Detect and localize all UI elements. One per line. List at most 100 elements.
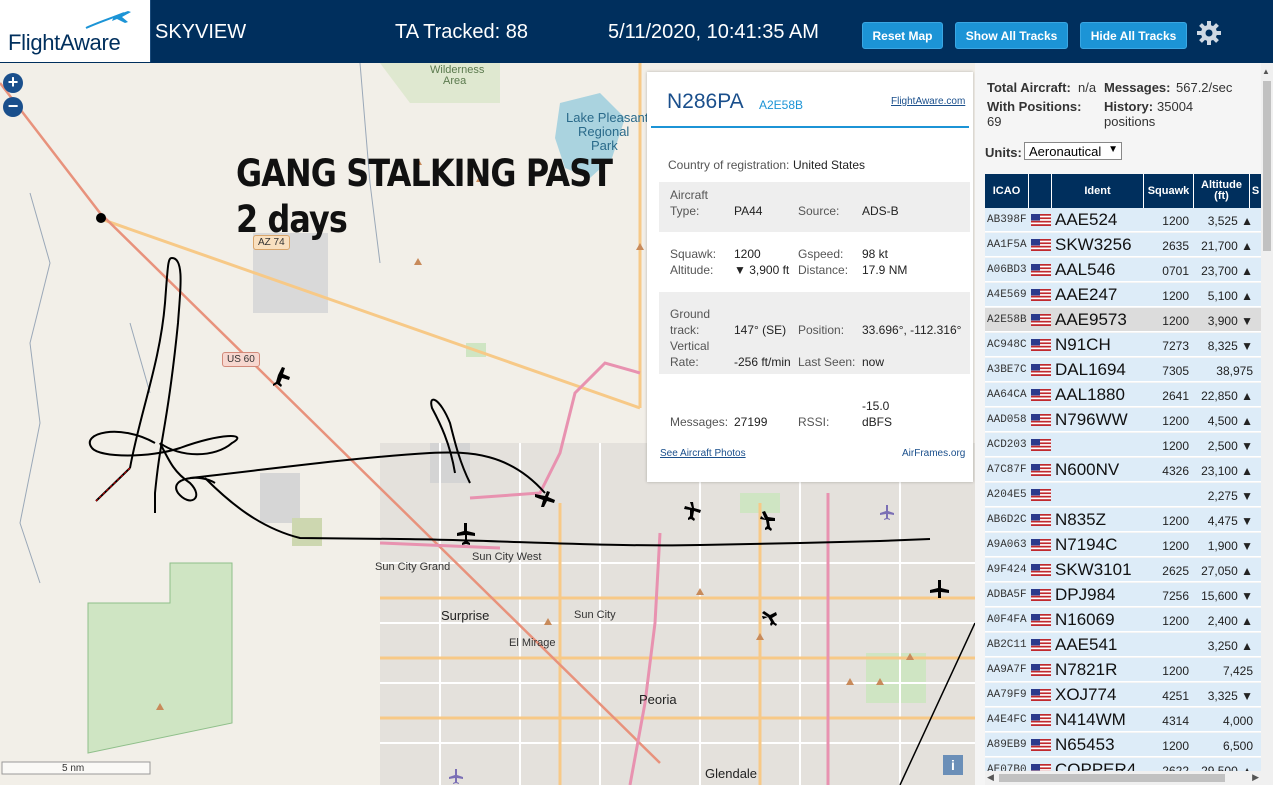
table-row[interactable]: A06BD3 AAL546 0701 23,700 ▲: [985, 258, 1261, 282]
hide-all-tracks-button[interactable]: Hide All Tracks: [1080, 22, 1187, 49]
scroll-right-icon[interactable]: ▶: [1252, 772, 1259, 783]
row-icao: A06BD3: [987, 264, 1027, 276]
scroll-up-icon[interactable]: ▲: [1262, 67, 1270, 76]
us-flag-icon: [1031, 664, 1051, 676]
popup-callsign: N286PA: [667, 90, 744, 113]
table-row[interactable]: A204E5 2,275 ▼: [985, 483, 1261, 507]
map-label-sun-city: Sun City: [574, 609, 616, 621]
reset-map-button[interactable]: Reset Map: [862, 22, 943, 49]
col-ident[interactable]: Ident: [1052, 174, 1144, 208]
total-aircraft-label: Total Aircraft:: [987, 80, 1071, 95]
row-altitude: 3,525 ▲: [1207, 214, 1253, 228]
ground-track-label: Ground: [670, 307, 711, 321]
table-row[interactable]: AC948C N91CH 7273 8,325 ▼: [985, 333, 1261, 357]
table-row[interactable]: A0F4FA N16069 1200 2,400 ▲: [985, 608, 1261, 632]
table-row[interactable]: AA79F9 XOJ774 4251 3,325 ▼: [985, 683, 1261, 707]
airframes-link[interactable]: AirFrames.org: [902, 448, 965, 459]
row-icao: AA64CA: [987, 389, 1027, 401]
us-flag-icon: [1031, 464, 1051, 476]
us-flag-icon: [1031, 489, 1051, 501]
table-row[interactable]: A4E4FC N414WM 4314 4,000: [985, 708, 1261, 732]
us-flag-icon: [1031, 239, 1051, 251]
table-row[interactable]: A4E569 AAE247 1200 5,100 ▲: [985, 283, 1261, 307]
row-squawk: 1200: [1162, 514, 1189, 528]
us-flag-icon: [1031, 614, 1051, 626]
us-flag-icon: [1031, 714, 1051, 726]
history-value: 35004: [1157, 99, 1194, 114]
table-row[interactable]: A2E58B AAE9573 1200 3,900 ▼: [985, 308, 1261, 332]
row-altitude: 4,000: [1222, 714, 1253, 728]
map-label-area: Area: [443, 75, 467, 87]
aircraft-list-panel: Total Aircraft: n/a Messages: 567.2/sec …: [975, 63, 1273, 785]
table-row[interactable]: AA1F5A SKW3256 2635 21,700 ▲: [985, 233, 1261, 257]
table-row[interactable]: AB6D2C N835Z 1200 4,475 ▼: [985, 508, 1261, 532]
row-icao: A9F424: [987, 564, 1027, 576]
map-label-lake-pleasant: Lake Pleasant: [566, 110, 649, 125]
col-icao[interactable]: ICAO: [985, 174, 1029, 208]
zoom-in-button[interactable]: +: [3, 73, 23, 93]
top-bar: FlightAware SKYVIEW TA Tracked: 88 5/11/…: [0, 0, 1273, 63]
popup-flightaware-link[interactable]: FlightAware.com: [891, 96, 965, 107]
horizontal-scrollbar-thumb[interactable]: [999, 774, 1225, 782]
total-aircraft-value: n/a: [1078, 80, 1097, 95]
row-ident: DAL1694: [1055, 360, 1126, 379]
row-ident: N414WM: [1055, 710, 1126, 729]
us-flag-icon: [1031, 339, 1051, 351]
vertical-scrollbar[interactable]: ▲: [1261, 63, 1273, 785]
map-label-glendale: Glendale: [705, 766, 758, 781]
zoom-out-button[interactable]: −: [3, 97, 23, 117]
table-row[interactable]: AB398F AAE524 1200 3,525 ▲: [985, 208, 1261, 232]
row-ident: AAE247: [1055, 285, 1118, 304]
map-label-park: Park: [591, 138, 618, 153]
table-row[interactable]: ADBA5F DPJ984 7256 15,600 ▼: [985, 583, 1261, 607]
with-positions-value: 69: [987, 114, 1002, 129]
row-altitude: 8,325 ▼: [1207, 339, 1253, 353]
units-select[interactable]: Aeronautical ▼: [1024, 142, 1122, 160]
row-icao: A2E58B: [987, 314, 1027, 326]
table-row[interactable]: A7C87F N600NV 4326 23,100 ▲: [985, 458, 1261, 482]
row-altitude: 4,475 ▼: [1207, 514, 1253, 528]
altitude-value: ▼ 3,900 ft: [734, 263, 790, 277]
table-row[interactable]: AA64CA AAL1880 2641 22,850 ▲: [985, 383, 1261, 407]
logo-text: FlightAware: [8, 30, 121, 55]
table-row[interactable]: ACD203 1200 2,500 ▼: [985, 433, 1261, 457]
table-row[interactable]: A3BE7C DAL1694 7305 38,975: [985, 358, 1261, 382]
horizontal-scrollbar[interactable]: ◀ ▶: [985, 771, 1261, 785]
row-icao: ACD203: [987, 439, 1027, 451]
distance-label: Distance:: [798, 263, 849, 277]
table-row[interactable]: AAD058 N796WW 1200 4,500 ▲: [985, 408, 1261, 432]
row-icao: A204E5: [987, 489, 1027, 501]
scroll-left-icon[interactable]: ◀: [987, 772, 994, 783]
table-row[interactable]: AA9A7F N7821R 1200 7,425: [985, 658, 1261, 682]
us-flag-icon: [1031, 564, 1051, 576]
aircraft-photos-link[interactable]: See Aircraft Photos: [660, 448, 746, 459]
row-icao: AB398F: [987, 214, 1027, 226]
with-positions-label: With Positions:: [987, 99, 1082, 114]
row-icao: A4E4FC: [987, 714, 1027, 726]
col-altitude[interactable]: Altitude (ft): [1194, 174, 1250, 208]
scrollbar-thumb[interactable]: [1263, 81, 1271, 251]
show-all-tracks-button[interactable]: Show All Tracks: [955, 22, 1068, 49]
map-info-button[interactable]: i: [943, 755, 963, 775]
row-squawk: 1200: [1162, 664, 1189, 678]
row-icao: A3BE7C: [987, 364, 1027, 376]
us-flag-icon: [1031, 539, 1051, 551]
squawk-value: 1200: [734, 247, 761, 261]
gear-icon[interactable]: [1196, 20, 1222, 46]
flightaware-logo[interactable]: FlightAware: [0, 0, 151, 62]
table-row[interactable]: A9F424 SKW3101 2625 27,050 ▲: [985, 558, 1261, 582]
row-squawk: 1200: [1162, 414, 1189, 428]
table-row[interactable]: A9A063 N7194C 1200 1,900 ▼: [985, 533, 1261, 557]
col-flag[interactable]: [1029, 174, 1052, 208]
table-row[interactable]: AB2C11 AAE541 3,250 ▲: [985, 633, 1261, 657]
ground-track-value: 147° (SE): [734, 323, 787, 337]
col-squawk[interactable]: Squawk: [1144, 174, 1194, 208]
plane-logo-icon: [85, 11, 131, 29]
row-altitude: 4,500 ▲: [1207, 414, 1253, 428]
col-speed[interactable]: S: [1250, 174, 1261, 208]
row-altitude: 27,050 ▲: [1201, 564, 1253, 578]
row-icao: AAD058: [987, 414, 1027, 426]
row-altitude: 23,700 ▲: [1201, 264, 1253, 278]
gspeed-value: 98 kt: [862, 247, 889, 261]
table-row[interactable]: A89EB9 N65453 1200 6,500: [985, 733, 1261, 757]
